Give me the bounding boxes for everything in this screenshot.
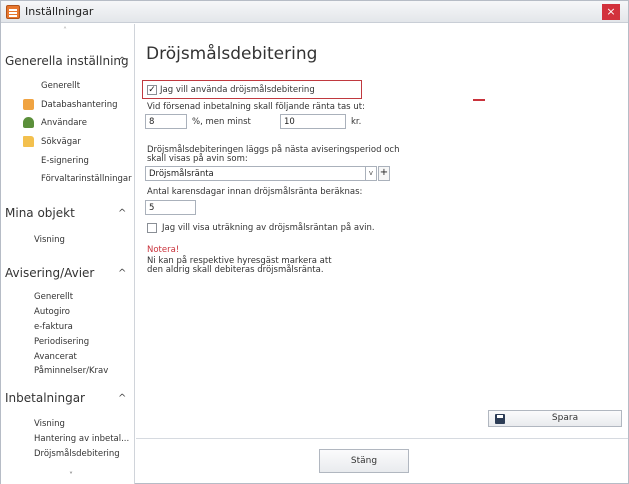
display-as-select[interactable]: Dröjsmålsränta v <box>145 166 377 181</box>
sidebar-item-e-signering[interactable]: E-signering <box>41 156 89 166</box>
close-window-button[interactable]: × <box>602 4 620 20</box>
currency-label: kr. <box>351 117 362 127</box>
sidebar-item-drojsmalsdebitering[interactable]: Dröjsmålsdebitering <box>34 449 120 459</box>
use-delay-charge-checkbox[interactable]: ✓ <box>147 85 157 95</box>
section-avisering-header[interactable]: Avisering/Avier <box>5 266 94 280</box>
save-icon <box>495 414 505 424</box>
sidebar-scroll-down-icon[interactable]: ˅ <box>69 471 73 480</box>
sidebar-item-generellt[interactable]: Generellt <box>41 81 80 91</box>
grace-days-input[interactable]: 5 <box>145 200 196 215</box>
sidebar-scroll-up-icon[interactable]: ˄ <box>63 26 67 35</box>
sidebar-item-e-faktura[interactable]: e-faktura <box>34 322 73 332</box>
note-line-2: den aldrig skall debiteras dröjsmålsränt… <box>147 265 324 275</box>
sidebar-item-databashantering[interactable]: Databashantering <box>41 100 118 110</box>
display-as-value: Dröjsmålsränta <box>149 169 214 179</box>
grace-days-label: Antal karensdagar innan dröjsmålsränta b… <box>147 187 363 197</box>
show-calculation-checkbox[interactable] <box>147 223 157 233</box>
rate-suffix-label: %, men minst <box>192 117 251 127</box>
section-mina-objekt-header[interactable]: Mina objekt <box>5 206 75 220</box>
chevron-up-icon[interactable]: ^ <box>118 208 126 219</box>
footer-divider <box>136 438 628 439</box>
sidebar-item-sokvagar[interactable]: Sökvägar <box>41 137 81 147</box>
add-display-option-button[interactable]: + <box>378 166 390 181</box>
sidebar-item-autogiro[interactable]: Autogiro <box>34 307 70 317</box>
use-delay-charge-label[interactable]: Jag vill använda dröjsmålsdebitering <box>160 85 315 95</box>
close-button[interactable]: Stäng <box>319 449 409 473</box>
sidebar-item-hantering-av-inbetalningar[interactable]: Hantering av inbetal... <box>34 434 129 444</box>
settings-window: Inställningar × ˄ Generella inställning … <box>0 0 629 484</box>
sidebar-item-paminnelser-krav[interactable]: Påminnelser/Krav <box>34 366 108 376</box>
save-button-label: Spara <box>551 413 579 423</box>
chevron-down-icon[interactable]: v <box>365 167 376 180</box>
settings-sidebar[interactable]: ˄ Generella inställning ^ Generellt Data… <box>1 24 135 484</box>
sidebar-item-forvaltarinstallningar[interactable]: Förvaltarinställningar <box>41 174 132 184</box>
sidebar-item-periodisering[interactable]: Periodisering <box>34 337 89 347</box>
min-amount-input[interactable]: 10 <box>280 114 346 129</box>
settings-app-icon <box>6 5 20 19</box>
rate-percent-input[interactable]: 8 <box>145 114 187 129</box>
settings-content: Dröjsmålsdebitering ✓ Jag vill använda d… <box>136 24 628 484</box>
show-calculation-label[interactable]: Jag vill visa uträkning av dröjsmålsränt… <box>162 223 375 233</box>
chevron-up-icon[interactable]: ^ <box>118 56 126 67</box>
chevron-up-icon[interactable]: ^ <box>118 268 126 279</box>
folder-icon <box>23 136 34 147</box>
sidebar-item-visning[interactable]: Visning <box>34 235 65 245</box>
title-bar: Inställningar × <box>1 1 628 23</box>
red-marker <box>473 99 485 101</box>
note-title: Notera! <box>147 245 180 255</box>
user-icon <box>23 117 34 128</box>
sidebar-item-visning[interactable]: Visning <box>34 419 65 429</box>
sidebar-item-generellt[interactable]: Generellt <box>34 292 73 302</box>
section-generella-header[interactable]: Generella inställning <box>5 54 129 68</box>
chevron-up-icon[interactable]: ^ <box>118 393 126 404</box>
window-title: Inställningar <box>25 5 94 18</box>
rate-prompt: Vid försenad inbetalning skall följande … <box>147 102 365 112</box>
period-text-2: skall visas på avin som: <box>147 154 248 164</box>
page-title: Dröjsmålsdebitering <box>146 44 318 64</box>
database-icon <box>23 99 34 110</box>
sidebar-item-anvandare[interactable]: Användare <box>41 118 87 128</box>
section-inbetalningar-header[interactable]: Inbetalningar <box>5 391 85 405</box>
sidebar-item-avancerat[interactable]: Avancerat <box>34 352 77 362</box>
save-button[interactable]: Spara <box>488 410 622 427</box>
